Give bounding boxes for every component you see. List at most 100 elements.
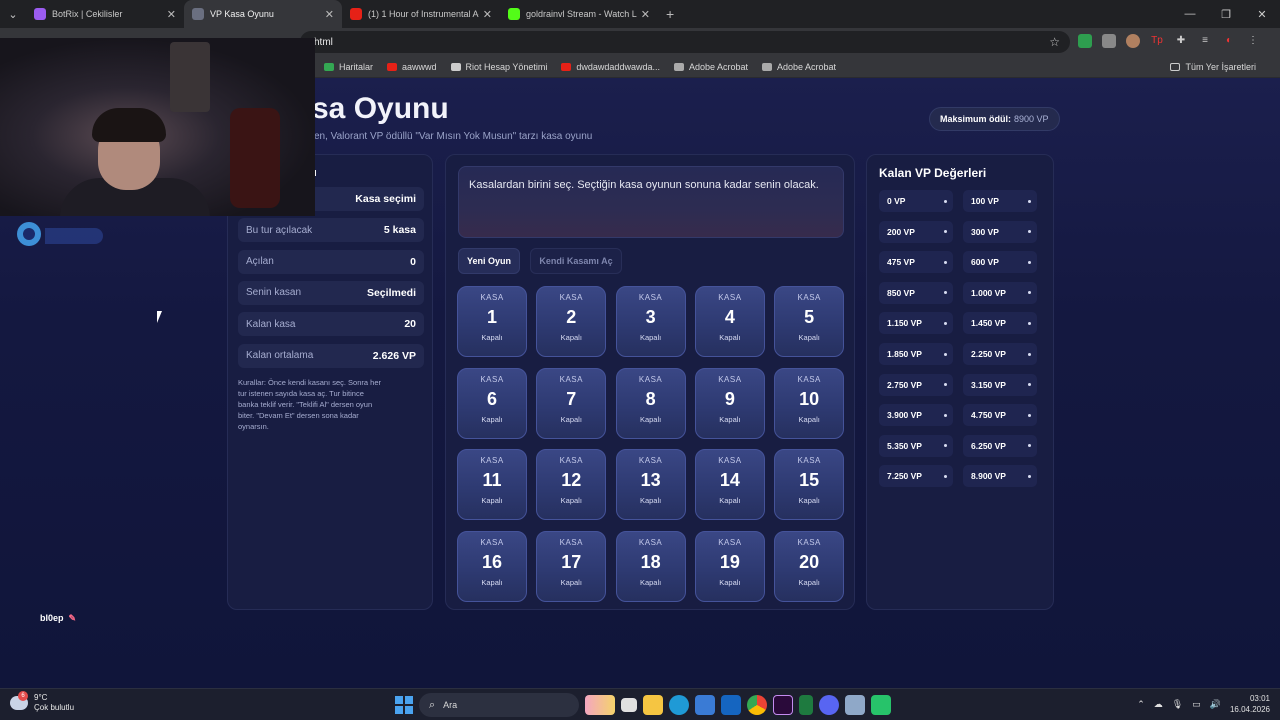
green-app-icon[interactable] <box>871 695 891 715</box>
bookmark-star-icon[interactable]: ☆ <box>1049 35 1060 49</box>
bookmark-item[interactable]: Riot Hesap Yönetimi <box>450 62 547 72</box>
status-key: Kalan kasa <box>246 318 296 330</box>
status-dot-icon <box>1028 199 1031 203</box>
case-label: KASA <box>797 537 821 547</box>
bookmark-icon <box>387 63 398 71</box>
tulip-widget-icon[interactable] <box>585 695 615 715</box>
vp-value-chip: 1.850 VP <box>879 343 953 365</box>
puzzle-icon[interactable]: ✚ <box>1174 34 1188 48</box>
vp-value-chip: 3.900 VP <box>879 404 953 427</box>
mouse-cursor <box>157 311 167 323</box>
case-status: Kapalı <box>798 577 820 587</box>
tab-search-chevron-icon[interactable]: ⌄ <box>0 0 26 28</box>
taskbar-search[interactable]: ⌕ Ara <box>419 693 579 717</box>
tray-chevron-icon[interactable]: ⌃ <box>1137 699 1145 710</box>
browser-tab[interactable]: VP Kasa Oyunu ✕ <box>184 0 342 28</box>
premiere-icon[interactable] <box>773 695 793 715</box>
bookmark-item[interactable]: dwdawdaddwawda... <box>561 62 660 72</box>
case-button[interactable]: KASA 3 Kapalı <box>615 286 686 357</box>
case-button[interactable]: KASA 12 Kapalı <box>536 449 607 520</box>
vp-value-chip: 4.750 VP <box>963 404 1037 427</box>
case-button[interactable]: KASA 4 Kapalı <box>694 286 765 357</box>
close-window-icon[interactable]: ✕ <box>1244 0 1280 28</box>
case-button[interactable]: KASA 15 Kapalı <box>774 449 845 520</box>
status-dot-icon <box>1028 383 1031 387</box>
mic-icon[interactable]: 🎙 <box>1172 699 1183 710</box>
extension-icon[interactable] <box>1102 34 1116 48</box>
case-status: Kapalı <box>560 496 582 505</box>
clock[interactable]: 03:01 16.04.2026 <box>1230 693 1270 715</box>
weather-temp: 9°C <box>34 693 48 702</box>
extensions: Tp ✚ ≡ ◐ ⋮ <box>1078 34 1260 48</box>
case-number: 1 <box>486 307 497 327</box>
discord-icon[interactable] <box>819 695 839 715</box>
maximize-icon[interactable]: ❐ <box>1208 0 1244 28</box>
all-bookmarks-link[interactable]: Tüm Yer İşaretleri <box>1170 62 1256 72</box>
shield-extension-icon[interactable] <box>1078 34 1092 48</box>
profile-icon[interactable]: ◐ <box>1222 34 1236 48</box>
status-dot-icon <box>1028 474 1031 478</box>
max-prize-label: Maksimum ödül: <box>940 114 1012 124</box>
bookmark-item[interactable]: Adobe Acrobat <box>673 62 748 72</box>
clock-time: 03:01 <box>1249 694 1270 703</box>
browser-tab[interactable]: BotRix | Cekilisler ✕ <box>26 0 184 28</box>
case-button[interactable]: KASA 2 Kapalı <box>536 286 607 357</box>
vp-value-chip: 1.450 VP <box>963 312 1037 335</box>
weather-widget[interactable]: 6 9°C Çok bulutlu <box>10 691 74 713</box>
windows-start-icon[interactable] <box>395 696 413 714</box>
case-button[interactable]: KASA 19 Kapalı <box>694 530 765 602</box>
menu-kebab-icon[interactable]: ⋮ <box>1246 34 1260 48</box>
case-button[interactable]: KASA 18 Kapalı <box>615 530 686 602</box>
face-extension-icon[interactable] <box>1126 34 1140 48</box>
remaining-values-panel: Kalan VP Değerleri 0 VP 100 VP 200 VP 300 V… <box>866 154 1054 610</box>
close-tab-icon[interactable]: ✕ <box>325 8 334 21</box>
case-button[interactable]: KASA 6 Kapalı <box>457 367 527 439</box>
bookmark-item[interactable]: aawwwd <box>387 62 437 72</box>
file-explorer-icon[interactable] <box>643 695 663 715</box>
browser-tab[interactable]: goldrainvl Stream - Watch Live ✕ <box>500 0 658 28</box>
store-icon[interactable] <box>695 695 715 715</box>
case-button[interactable]: KASA 14 Kapalı <box>694 449 765 520</box>
vp-value: 1.850 VP <box>887 349 922 359</box>
close-tab-icon[interactable]: ✕ <box>641 8 650 21</box>
chrome-icon[interactable] <box>747 695 767 715</box>
case-label: KASA <box>638 456 663 465</box>
edge-icon[interactable] <box>669 695 689 715</box>
volume-icon[interactable]: 🔊 <box>1210 699 1221 710</box>
cloud-sync-icon[interactable]: ☁ <box>1154 699 1163 710</box>
case-button[interactable]: KASA 13 Kapalı <box>615 449 686 520</box>
close-tab-icon[interactable]: ✕ <box>167 8 176 21</box>
new-tab-button[interactable]: + <box>666 6 674 22</box>
open-own-case-button[interactable]: Kendi Kasamı Aç <box>530 248 622 274</box>
bookmark-item[interactable]: Adobe Acrobat <box>762 62 836 72</box>
network-icon[interactable]: ▭ <box>1192 699 1201 710</box>
case-button[interactable]: KASA 20 Kapalı <box>774 530 845 602</box>
case-button[interactable]: KASA 16 Kapalı <box>457 530 527 602</box>
bookmark-item[interactable]: Haritalar <box>324 62 373 72</box>
status-panel: u Kasa seçimiBu tur açılacak5 kasaAçılan… <box>227 154 433 610</box>
case-button[interactable]: KASA 10 Kapalı <box>774 367 845 439</box>
case-label: KASA <box>638 537 663 547</box>
case-button[interactable]: KASA 5 Kapalı <box>774 286 845 357</box>
tp-extension-icon[interactable]: Tp <box>1150 34 1164 48</box>
case-button[interactable]: KASA 1 Kapalı <box>457 286 527 357</box>
vp-value: 200 VP <box>887 226 915 237</box>
status-value: Seçilmedi <box>366 286 416 299</box>
url-field[interactable]: html ☆ <box>300 31 1070 53</box>
browser-tab[interactable]: (1) 1 Hour of Instrumental Acti ✕ <box>342 0 500 28</box>
outlook-icon[interactable] <box>721 695 741 715</box>
minimize-icon[interactable]: — <box>1172 0 1208 28</box>
close-tab-icon[interactable]: ✕ <box>483 8 492 21</box>
task-view-icon[interactable] <box>621 698 637 712</box>
case-button[interactable]: KASA 17 Kapalı <box>536 530 607 602</box>
case-button[interactable]: KASA 8 Kapalı <box>615 367 686 439</box>
bookmark-icon <box>673 63 684 71</box>
playlist-icon[interactable]: ≡ <box>1198 34 1212 48</box>
case-button[interactable]: KASA 9 Kapalı <box>694 367 765 439</box>
excel-icon[interactable] <box>799 695 813 715</box>
new-game-button[interactable]: Yeni Oyun <box>458 248 520 274</box>
app-icon[interactable] <box>845 695 865 715</box>
case-button[interactable]: KASA 11 Kapalı <box>457 449 527 520</box>
case-button[interactable]: KASA 7 Kapalı <box>536 367 607 439</box>
page-title: sa Oyunu <box>312 92 449 125</box>
